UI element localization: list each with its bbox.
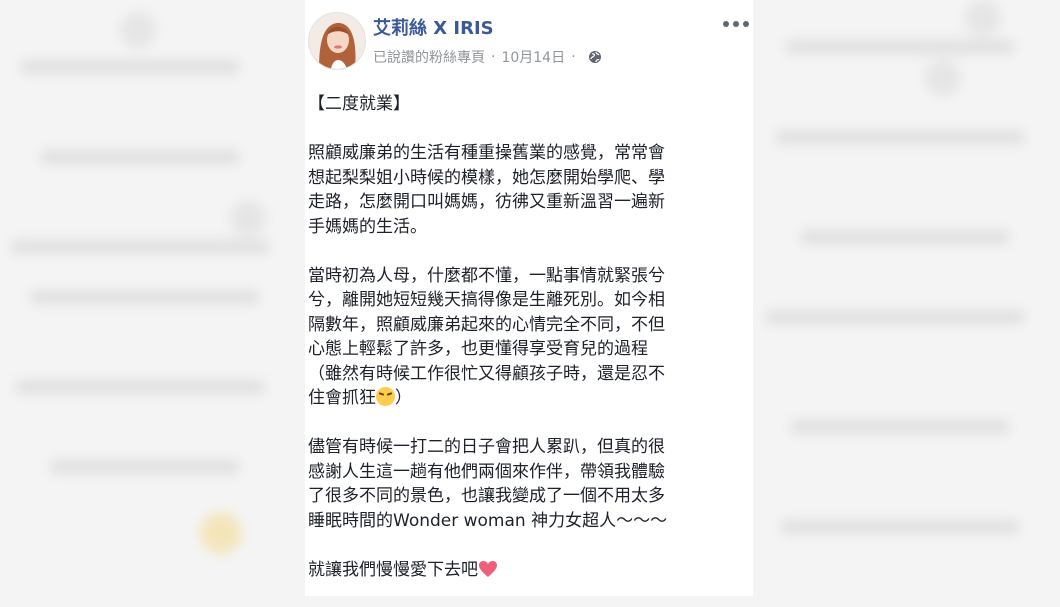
text-fragment: ）	[395, 388, 412, 408]
text-line: 了很多不同的景色，也讓我變成了一個不用太多	[308, 486, 665, 506]
text-line: （雖然有時候工作很忙又得顧孩子時，還是忍不	[308, 363, 665, 384]
meta-separator-2: ·	[571, 49, 576, 65]
facebook-post-card: 艾莉絲 X IRIS 已說讚的粉絲專頁 · 10月14日 · 【二度就業】 照顧…	[305, 0, 753, 596]
text-line: 心態上輕鬆了許多，也更懂得享受育兒的過程	[308, 339, 648, 359]
text-line: 當時初為人母，什麼都不懂，一點事情就緊張兮	[308, 265, 665, 286]
tired-face-emoji	[376, 387, 395, 406]
text-line: 兮，離開她短短幾天搞得像是生離死別。如今相	[308, 290, 665, 310]
post-header: 艾莉絲 X IRIS 已說讚的粉絲專頁 · 10月14日 ·	[305, 0, 753, 80]
pink-heart-icon	[479, 560, 497, 577]
blurred-background-left	[0, 0, 305, 596]
closing-text: 就讓我們慢慢愛下去吧	[308, 559, 478, 580]
post-body: 【二度就業】 照顧威廉弟的生活有種重操舊業的感覺，常常會 想起梨梨姐小時候的模樣…	[308, 92, 748, 607]
text-line: 走路，怎麼開口叫媽媽，彷彿又重新溫習一遍新	[308, 192, 665, 212]
closing-line: 就讓我們慢慢愛下去吧	[308, 558, 748, 583]
meta-separator: ·	[491, 49, 496, 65]
paragraph-2: 當時初為人母，什麼都不懂，一點事情就緊張兮 兮，離開她短短幾天搞得像是生離死別。…	[308, 264, 748, 411]
text-line: 手媽媽的生活。	[308, 216, 427, 237]
author-name-link[interactable]: 艾莉絲 X IRIS	[373, 14, 494, 40]
paragraph-3: 儘管有時候一打二的日子會把人累趴，但真的很 感謝人生這一趟有他們兩個來作伴，帶領…	[308, 435, 748, 533]
page-type-label: 已說讚的粉絲專頁	[373, 50, 485, 66]
more-options-icon[interactable]	[723, 14, 749, 34]
text-line: 睡眠時間的Wonder woman 神力女超人～～～	[308, 510, 668, 531]
post-meta: 已說讚的粉絲專頁 · 10月14日 ·	[373, 47, 602, 67]
text-line: 照顧威廉弟的生活有種重操舊業的感覺，常常會	[308, 143, 665, 163]
avatar-photo	[309, 13, 365, 69]
text-line: 儘管有時候一打二的日子會把人累趴，但真的很	[308, 437, 665, 457]
globe-icon[interactable]	[588, 50, 602, 64]
post-title: 【二度就業】	[308, 94, 410, 114]
avatar[interactable]	[308, 12, 366, 70]
text-line: 住會抓狂 ）	[308, 386, 748, 411]
paragraph-1: 照顧威廉弟的生活有種重操舊業的感覺，常常會 想起梨梨姐小時候的模樣，她怎麼開始學…	[308, 141, 748, 239]
text-line: 感謝人生這一趟有他們兩個來作伴，帶領我體驗	[308, 461, 665, 482]
text-fragment: 住會抓狂	[308, 388, 376, 408]
blurred-background-right	[755, 0, 1060, 596]
post-date-link[interactable]: 10月14日	[501, 47, 565, 67]
text-line: 隔數年，照顧威廉弟起來的心情完全不同，不但	[308, 314, 665, 335]
text-line: 想起梨梨姐小時候的模樣，她怎麼開始學爬、學	[308, 167, 665, 188]
